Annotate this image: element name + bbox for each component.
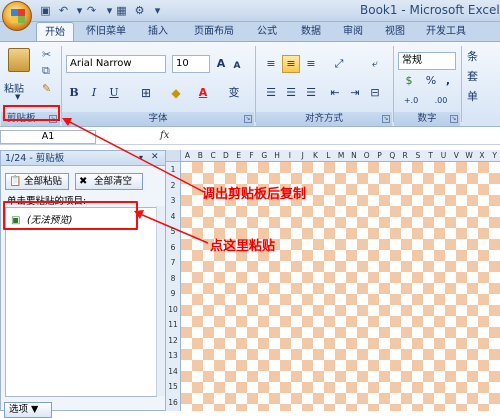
row-header[interactable]: 9 <box>166 286 180 301</box>
column-header[interactable]: K <box>310 150 321 162</box>
column-header[interactable]: J <box>297 150 308 162</box>
column-header[interactable]: D <box>220 150 231 162</box>
column-header[interactable]: L <box>323 150 334 162</box>
row-header[interactable]: 2 <box>166 178 180 193</box>
column-header[interactable]: H <box>272 150 283 162</box>
annotation-arrows <box>62 118 209 244</box>
row-header[interactable]: 12 <box>166 333 180 348</box>
row-header[interactable]: 5 <box>166 224 180 239</box>
column-header[interactable]: R <box>400 150 411 162</box>
office-logo-icon <box>11 9 25 23</box>
row-header[interactable]: 1 <box>166 162 180 177</box>
row-header[interactable]: 3 <box>166 193 180 208</box>
row-header[interactable]: 15 <box>166 379 180 394</box>
column-header[interactable]: G <box>259 150 270 162</box>
row-header[interactable]: 16 <box>166 395 180 410</box>
column-header[interactable]: B <box>195 150 206 162</box>
row-header[interactable]: 4 <box>166 209 180 224</box>
column-header[interactable]: Y <box>489 150 500 162</box>
column-header[interactable]: F <box>246 150 257 162</box>
column-header[interactable]: U <box>438 150 449 162</box>
annotation-click-to-paste: 点这里粘贴 <box>210 239 276 254</box>
office-button[interactable] <box>2 1 32 31</box>
annotation-open-clipboard: 调出剪贴板后复制 <box>202 187 307 202</box>
column-header[interactable]: E <box>233 150 244 162</box>
row-header[interactable]: 6 <box>166 240 180 255</box>
column-header[interactable]: P <box>374 150 385 162</box>
column-header[interactable]: A <box>182 150 193 162</box>
column-header[interactable]: O <box>361 150 372 162</box>
row-header[interactable]: 10 <box>166 302 180 317</box>
row-header[interactable]: 8 <box>166 271 180 286</box>
row-header[interactable]: 11 <box>166 317 180 332</box>
column-header[interactable]: V <box>451 150 462 162</box>
column-header[interactable]: M <box>336 150 347 162</box>
column-header[interactable]: I <box>284 150 295 162</box>
column-header[interactable]: Q <box>387 150 398 162</box>
column-header[interactable]: W <box>464 150 475 162</box>
column-header[interactable]: N <box>348 150 359 162</box>
column-header[interactable]: S <box>412 150 423 162</box>
column-header[interactable]: T <box>425 150 436 162</box>
row-header[interactable]: 7 <box>166 255 180 270</box>
column-header[interactable]: C <box>208 150 219 162</box>
row-header[interactable]: 14 <box>166 364 180 379</box>
column-header[interactable]: X <box>476 150 487 162</box>
row-header[interactable]: 13 <box>166 348 180 363</box>
